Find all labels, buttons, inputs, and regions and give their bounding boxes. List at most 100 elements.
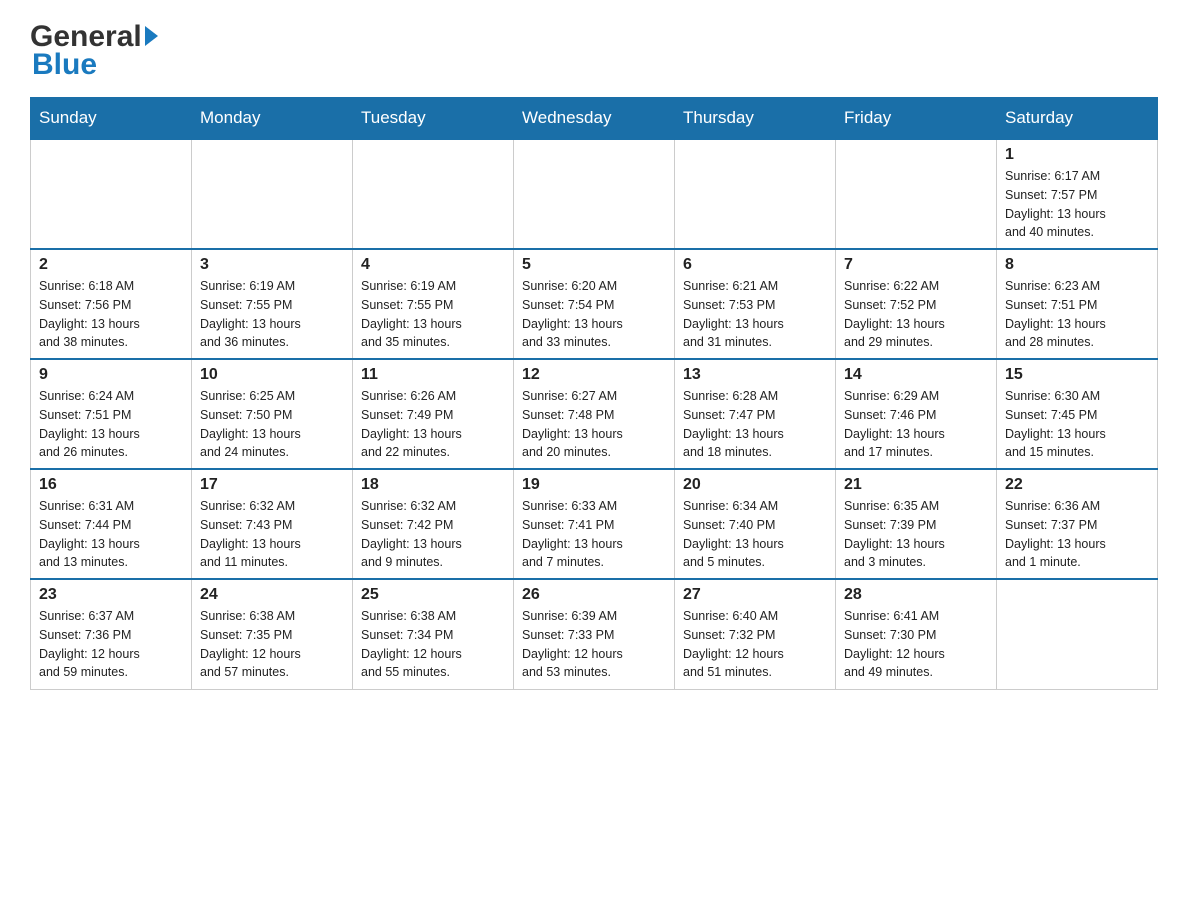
weekday-header-tuesday: Tuesday — [353, 98, 514, 140]
day-info: Sunrise: 6:33 AM Sunset: 7:41 PM Dayligh… — [522, 497, 666, 572]
day-info: Sunrise: 6:34 AM Sunset: 7:40 PM Dayligh… — [683, 497, 827, 572]
day-number: 2 — [39, 256, 183, 274]
weekday-header-saturday: Saturday — [997, 98, 1158, 140]
day-info: Sunrise: 6:37 AM Sunset: 7:36 PM Dayligh… — [39, 607, 183, 682]
calendar-cell: 15 Sunrise: 6:30 AM Sunset: 7:45 PM Dayli… — [997, 359, 1158, 469]
calendar-week-row: 16 Sunrise: 6:31 AM Sunset: 7:44 PM Dayli… — [31, 469, 1158, 579]
day-number: 14 — [844, 366, 988, 384]
calendar-cell: 18 Sunrise: 6:32 AM Sunset: 7:42 PM Dayli… — [353, 469, 514, 579]
day-info: Sunrise: 6:27 AM Sunset: 7:48 PM Dayligh… — [522, 387, 666, 462]
calendar-cell: 14 Sunrise: 6:29 AM Sunset: 7:46 PM Dayli… — [836, 359, 997, 469]
day-number: 7 — [844, 256, 988, 274]
day-info: Sunrise: 6:24 AM Sunset: 7:51 PM Dayligh… — [39, 387, 183, 462]
weekday-header-sunday: Sunday — [31, 98, 192, 140]
day-number: 25 — [361, 586, 505, 604]
day-info: Sunrise: 6:38 AM Sunset: 7:34 PM Dayligh… — [361, 607, 505, 682]
day-number: 24 — [200, 586, 344, 604]
calendar-cell: 9 Sunrise: 6:24 AM Sunset: 7:51 PM Daylig… — [31, 359, 192, 469]
day-info: Sunrise: 6:18 AM Sunset: 7:56 PM Dayligh… — [39, 277, 183, 352]
day-info: Sunrise: 6:32 AM Sunset: 7:42 PM Dayligh… — [361, 497, 505, 572]
calendar-cell: 16 Sunrise: 6:31 AM Sunset: 7:44 PM Dayli… — [31, 469, 192, 579]
calendar-cell: 27 Sunrise: 6:40 AM Sunset: 7:32 PM Dayli… — [675, 579, 836, 689]
day-info: Sunrise: 6:35 AM Sunset: 7:39 PM Dayligh… — [844, 497, 988, 572]
calendar-week-row: 9 Sunrise: 6:24 AM Sunset: 7:51 PM Daylig… — [31, 359, 1158, 469]
day-number: 18 — [361, 476, 505, 494]
day-info: Sunrise: 6:17 AM Sunset: 7:57 PM Dayligh… — [1005, 167, 1149, 242]
logo-arrow-icon — [145, 26, 158, 46]
calendar-cell: 2 Sunrise: 6:18 AM Sunset: 7:56 PM Daylig… — [31, 249, 192, 359]
day-info: Sunrise: 6:41 AM Sunset: 7:30 PM Dayligh… — [844, 607, 988, 682]
day-number: 21 — [844, 476, 988, 494]
calendar-week-row: 2 Sunrise: 6:18 AM Sunset: 7:56 PM Daylig… — [31, 249, 1158, 359]
header: General Blue — [30, 20, 1158, 82]
calendar-week-row: 23 Sunrise: 6:37 AM Sunset: 7:36 PM Dayli… — [31, 579, 1158, 689]
day-info: Sunrise: 6:31 AM Sunset: 7:44 PM Dayligh… — [39, 497, 183, 572]
day-info: Sunrise: 6:22 AM Sunset: 7:52 PM Dayligh… — [844, 277, 988, 352]
day-number: 11 — [361, 366, 505, 384]
day-info: Sunrise: 6:28 AM Sunset: 7:47 PM Dayligh… — [683, 387, 827, 462]
day-number: 10 — [200, 366, 344, 384]
day-info: Sunrise: 6:32 AM Sunset: 7:43 PM Dayligh… — [200, 497, 344, 572]
calendar-cell: 17 Sunrise: 6:32 AM Sunset: 7:43 PM Dayli… — [192, 469, 353, 579]
day-number: 1 — [1005, 146, 1149, 164]
calendar-week-row: 1 Sunrise: 6:17 AM Sunset: 7:57 PM Daylig… — [31, 139, 1158, 249]
calendar-cell: 24 Sunrise: 6:38 AM Sunset: 7:35 PM Dayli… — [192, 579, 353, 689]
calendar-cell — [836, 139, 997, 249]
day-info: Sunrise: 6:25 AM Sunset: 7:50 PM Dayligh… — [200, 387, 344, 462]
day-number: 6 — [683, 256, 827, 274]
weekday-header-monday: Monday — [192, 98, 353, 140]
weekday-header-friday: Friday — [836, 98, 997, 140]
day-number: 28 — [844, 586, 988, 604]
calendar-cell: 22 Sunrise: 6:36 AM Sunset: 7:37 PM Dayli… — [997, 469, 1158, 579]
calendar-cell — [514, 139, 675, 249]
logo: General Blue — [30, 20, 158, 82]
day-info: Sunrise: 6:38 AM Sunset: 7:35 PM Dayligh… — [200, 607, 344, 682]
day-number: 4 — [361, 256, 505, 274]
calendar-cell: 3Sunrise: 6:19 AM Sunset: 7:55 PM Daylig… — [192, 249, 353, 359]
day-number: 23 — [39, 586, 183, 604]
weekday-header-row: SundayMondayTuesdayWednesdayThursdayFrid… — [31, 98, 1158, 140]
weekday-header-wednesday: Wednesday — [514, 98, 675, 140]
calendar-cell: 26 Sunrise: 6:39 AM Sunset: 7:33 PM Dayli… — [514, 579, 675, 689]
day-number: 15 — [1005, 366, 1149, 384]
calendar-cell: 1 Sunrise: 6:17 AM Sunset: 7:57 PM Daylig… — [997, 139, 1158, 249]
day-info: Sunrise: 6:39 AM Sunset: 7:33 PM Dayligh… — [522, 607, 666, 682]
day-number: 9 — [39, 366, 183, 384]
calendar-cell: 23 Sunrise: 6:37 AM Sunset: 7:36 PM Dayli… — [31, 579, 192, 689]
day-info: Sunrise: 6:20 AM Sunset: 7:54 PM Dayligh… — [522, 277, 666, 352]
day-number: 16 — [39, 476, 183, 494]
calendar-cell: 21 Sunrise: 6:35 AM Sunset: 7:39 PM Dayli… — [836, 469, 997, 579]
calendar-cell: 6 Sunrise: 6:21 AM Sunset: 7:53 PM Daylig… — [675, 249, 836, 359]
calendar-cell: 20 Sunrise: 6:34 AM Sunset: 7:40 PM Dayli… — [675, 469, 836, 579]
day-number: 12 — [522, 366, 666, 384]
day-info: Sunrise: 6:21 AM Sunset: 7:53 PM Dayligh… — [683, 277, 827, 352]
calendar-cell: 7 Sunrise: 6:22 AM Sunset: 7:52 PM Daylig… — [836, 249, 997, 359]
logo-blue-text: Blue — [30, 48, 97, 82]
calendar-cell — [192, 139, 353, 249]
day-number: 20 — [683, 476, 827, 494]
calendar-cell — [31, 139, 192, 249]
day-info: Sunrise: 6:40 AM Sunset: 7:32 PM Dayligh… — [683, 607, 827, 682]
calendar-cell — [353, 139, 514, 249]
day-info: Sunrise: 6:36 AM Sunset: 7:37 PM Dayligh… — [1005, 497, 1149, 572]
calendar-cell: 12 Sunrise: 6:27 AM Sunset: 7:48 PM Dayli… — [514, 359, 675, 469]
calendar-cell: 13 Sunrise: 6:28 AM Sunset: 7:47 PM Dayli… — [675, 359, 836, 469]
calendar-cell — [997, 579, 1158, 689]
day-number: 13 — [683, 366, 827, 384]
day-number: 5 — [522, 256, 666, 274]
day-info: Sunrise: 6:30 AM Sunset: 7:45 PM Dayligh… — [1005, 387, 1149, 462]
day-info: Sunrise: 6:26 AM Sunset: 7:49 PM Dayligh… — [361, 387, 505, 462]
day-info: Sunrise: 6:23 AM Sunset: 7:51 PM Dayligh… — [1005, 277, 1149, 352]
day-number: 17 — [200, 476, 344, 494]
calendar-table: SundayMondayTuesdayWednesdayThursdayFrid… — [30, 97, 1158, 690]
day-number: 3 — [200, 256, 344, 274]
day-number: 22 — [1005, 476, 1149, 494]
day-info: Sunrise: 6:29 AM Sunset: 7:46 PM Dayligh… — [844, 387, 988, 462]
weekday-header-thursday: Thursday — [675, 98, 836, 140]
calendar-cell: 11 Sunrise: 6:26 AM Sunset: 7:49 PM Dayli… — [353, 359, 514, 469]
day-number: 27 — [683, 586, 827, 604]
day-number: 26 — [522, 586, 666, 604]
calendar-cell: 10 Sunrise: 6:25 AM Sunset: 7:50 PM Dayli… — [192, 359, 353, 469]
calendar-cell: 8Sunrise: 6:23 AM Sunset: 7:51 PM Daylig… — [997, 249, 1158, 359]
calendar-cell: 19Sunrise: 6:33 AM Sunset: 7:41 PM Dayli… — [514, 469, 675, 579]
